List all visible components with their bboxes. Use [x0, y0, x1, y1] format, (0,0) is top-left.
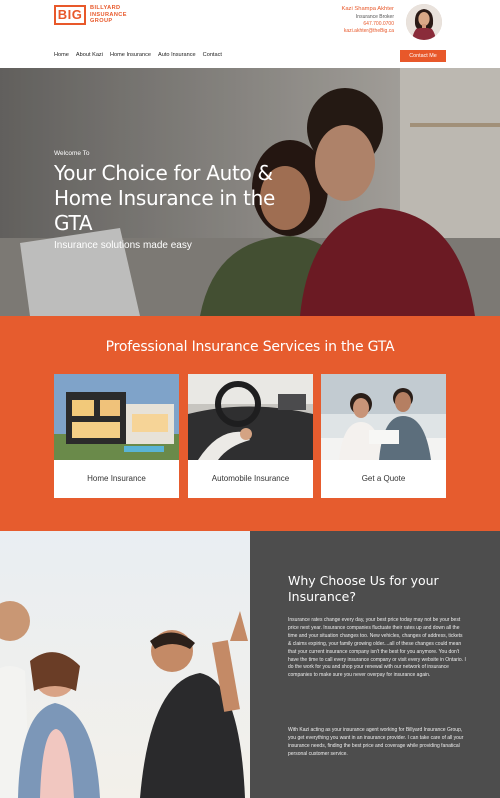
agent-phone[interactable]: 647.700.0700	[341, 21, 394, 28]
service-card-automobile-insurance[interactable]: Automobile Insurance	[188, 374, 313, 498]
why-choose-panel: Why Choose Us for your Insurance? Insura…	[250, 531, 500, 798]
site-header: BIG BILLYARD INSURANCE GROUP Kazi Shampa…	[0, 0, 500, 68]
service-label: Home Insurance	[87, 474, 146, 483]
logo-mark: BIG	[54, 5, 86, 25]
why-choose-paragraph-2: With Kazi acting as your insurance agent…	[288, 727, 464, 757]
services-title: Professional Insurance Services in the G…	[105, 339, 395, 355]
service-label: Get a Quote	[361, 474, 406, 483]
nav-home[interactable]: Home	[54, 52, 69, 58]
agent-info: Kazi Shampa Akhter Insurance Broker 647.…	[341, 6, 394, 35]
automobile-insurance-image	[188, 374, 313, 460]
hero-text: Welcome To Your Choice for Auto & Home I…	[54, 150, 279, 251]
nav-about[interactable]: About Kazi	[76, 52, 103, 58]
nav-auto-insurance[interactable]: Auto Insurance	[158, 52, 196, 58]
logo[interactable]: BIG BILLYARD INSURANCE GROUP	[54, 5, 127, 25]
why-choose-image	[0, 531, 250, 798]
agent-avatar	[406, 4, 442, 40]
service-card-get-a-quote[interactable]: Get a Quote	[321, 374, 446, 498]
home-insurance-image	[54, 374, 179, 460]
hero-welcome: Welcome To	[54, 150, 90, 157]
main-nav: Home About Kazi Home Insurance Auto Insu…	[54, 52, 222, 58]
hero-section: Welcome To Your Choice for Auto & Home I…	[0, 68, 500, 316]
logo-text: BILLYARD INSURANCE GROUP	[90, 5, 127, 24]
why-choose-paragraph-1: Insurance rates change every day, your b…	[288, 617, 466, 679]
agent-email[interactable]: kazi.akhter@theBig.ca	[341, 28, 394, 35]
agent-name: Kazi Shampa Akhter	[341, 6, 394, 12]
why-choose-title: Why Choose Us for your Insurance?	[288, 573, 439, 604]
hero-subtitle: Insurance solutions made easy	[54, 240, 192, 251]
service-label: Automobile Insurance	[211, 474, 290, 483]
nav-home-insurance[interactable]: Home Insurance	[110, 52, 151, 58]
nav-contact[interactable]: Contact	[203, 52, 222, 58]
services-section: Professional Insurance Services in the G…	[0, 316, 500, 531]
service-card-home-insurance[interactable]: Home Insurance	[54, 374, 179, 498]
agent-title: Insurance Broker	[355, 14, 394, 20]
logo-line3: GROUP	[90, 18, 113, 25]
hero-title: Your Choice for Auto & Home Insurance in…	[54, 161, 276, 235]
get-a-quote-image	[321, 374, 446, 460]
contact-me-button[interactable]: Contact Me	[400, 50, 446, 62]
